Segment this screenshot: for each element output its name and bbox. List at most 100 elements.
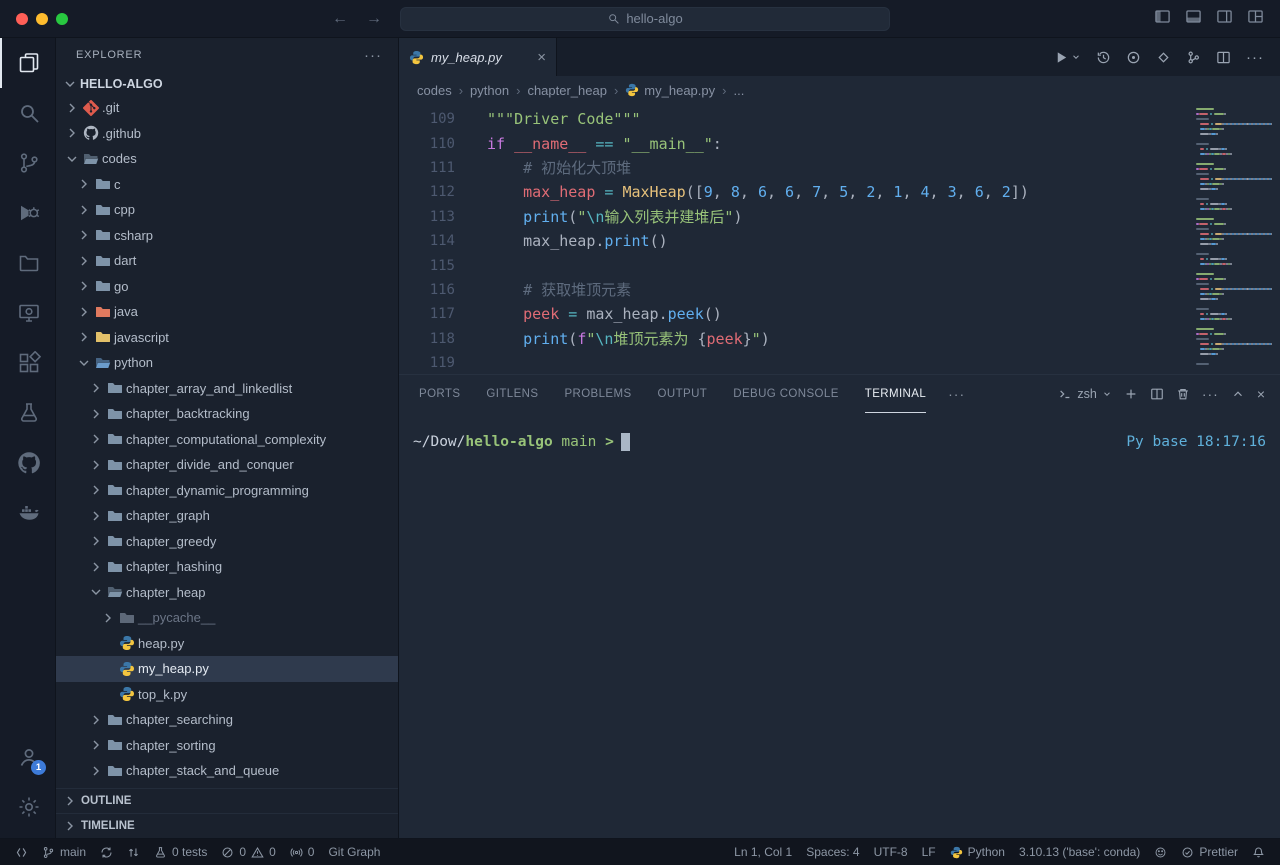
toggle-secondary-sidebar-button[interactable] [1216, 8, 1233, 30]
panel-tab-debug-console[interactable]: DEBUG CONSOLE [733, 375, 839, 413]
activity-search[interactable] [0, 88, 55, 138]
status-python-interpreter[interactable]: 3.10.13 ('base': conda) [1012, 839, 1147, 865]
panel-tab-gitlens[interactable]: GITLENS [486, 375, 538, 413]
status-cursor-position[interactable]: Ln 1, Col 1 [727, 839, 799, 865]
tree-item-git[interactable]: .git [56, 95, 398, 121]
tree-item-github[interactable]: .github [56, 121, 398, 147]
tree-item-chapter-backtracking[interactable]: chapter_backtracking [56, 401, 398, 427]
status-remote-indicator[interactable] [8, 839, 35, 865]
breadcrumb-item-item[interactable]: ... [733, 83, 744, 98]
status-indentation[interactable]: Spaces: 4 [799, 839, 866, 865]
tree-item-chapter-stack-and-queue[interactable]: chapter_stack_and_queue [56, 758, 398, 784]
run-python-file-button[interactable] [1054, 50, 1081, 65]
new-terminal-button[interactable] [1124, 387, 1138, 401]
tree-item-heap-py[interactable]: heap.py [56, 631, 398, 657]
zoom-window-button[interactable] [56, 13, 68, 25]
activity-project-manager[interactable] [0, 238, 55, 288]
minimap[interactable] [1196, 108, 1272, 368]
tree-item-chapter-searching[interactable]: chapter_searching [56, 707, 398, 733]
activity-accounts[interactable]: 1 [0, 732, 55, 782]
back-icon[interactable]: ← [332, 10, 348, 28]
tree-item-chapter-array-and-linkedlist[interactable]: chapter_array_and_linkedlist [56, 376, 398, 402]
tree-item-chapter-greedy[interactable]: chapter_greedy [56, 529, 398, 555]
code-editor[interactable]: 109"""Driver Code"""110if __name__ == "_… [399, 104, 1280, 374]
maximize-panel-button[interactable] [1231, 387, 1245, 401]
breadcrumb-item-python[interactable]: python [470, 83, 509, 98]
activity-run-debug[interactable] [0, 188, 55, 238]
status-encoding[interactable]: UTF-8 [867, 839, 915, 865]
more-actions-button[interactable]: ··· [1246, 49, 1264, 66]
status-git-sync[interactable] [93, 839, 120, 865]
close-window-button[interactable] [16, 13, 28, 25]
tree-item-python[interactable]: python [56, 350, 398, 376]
tree-item-my-heap-py[interactable]: my_heap.py [56, 656, 398, 682]
tree-item-cpp[interactable]: cpp [56, 197, 398, 223]
tab-my-heap-py[interactable]: my_heap.py × [399, 38, 557, 76]
status-tests[interactable]: 0 tests [147, 839, 214, 865]
section-timeline[interactable]: TIMELINE [56, 813, 398, 838]
tree-item-chapter-computational-complexity[interactable]: chapter_computational_complexity [56, 427, 398, 453]
split-editor-button[interactable] [1216, 50, 1231, 65]
tree-item-chapter-hashing[interactable]: chapter_hashing [56, 554, 398, 580]
toggle-panel-button[interactable] [1185, 8, 1202, 30]
panel-more-actions-button[interactable]: ··· [1202, 386, 1219, 402]
breadcrumb-item-my-heap-py[interactable]: my_heap.py [625, 83, 715, 98]
tree-item-chapter-graph[interactable]: chapter_graph [56, 503, 398, 529]
commit-graph-button[interactable] [1186, 50, 1201, 65]
status-ports[interactable]: 0 [283, 839, 322, 865]
tree-item-chapter-dynamic-programming[interactable]: chapter_dynamic_programming [56, 478, 398, 504]
status-prettier[interactable]: Prettier [1174, 839, 1245, 865]
breadcrumb-item-codes[interactable]: codes [417, 83, 452, 98]
tree-item-chapter-sorting[interactable]: chapter_sorting [56, 733, 398, 759]
customize-layout-button[interactable] [1247, 8, 1264, 30]
activity-testing[interactable] [0, 388, 55, 438]
panel-tab-problems[interactable]: PROBLEMS [564, 375, 631, 413]
tree-item-chapter-divide-and-conquer[interactable]: chapter_divide_and_conquer [56, 452, 398, 478]
status-gitlens-compare[interactable] [120, 839, 147, 865]
tree-item-codes[interactable]: codes [56, 146, 398, 172]
terminal[interactable]: ~/Dow/hello-algo main > Py base 18:17:16 [399, 413, 1280, 838]
close-tab-icon[interactable]: × [537, 50, 546, 65]
activity-source-control[interactable] [0, 138, 55, 188]
panel-tab-output[interactable]: OUTPUT [658, 375, 708, 413]
command-center-search[interactable]: hello-algo [400, 7, 890, 31]
minimize-window-button[interactable] [36, 13, 48, 25]
status-eol[interactable]: LF [915, 839, 943, 865]
forward-icon[interactable]: → [366, 10, 382, 28]
tree-item-csharp[interactable]: csharp [56, 223, 398, 249]
tree-item-dart[interactable]: dart [56, 248, 398, 274]
activity-docker[interactable] [0, 488, 55, 538]
tree-item-chapter-heap[interactable]: chapter_heap [56, 580, 398, 606]
close-panel-button[interactable]: × [1257, 386, 1266, 402]
toggle-primary-sidebar-button[interactable] [1154, 8, 1171, 30]
split-terminal-button[interactable] [1150, 387, 1164, 401]
activity-github[interactable] [0, 438, 55, 488]
tree-item-javascript[interactable]: javascript [56, 325, 398, 351]
activity-remote-explorer[interactable] [0, 288, 55, 338]
section-outline[interactable]: OUTLINE [56, 788, 398, 813]
tree-root-folder[interactable]: HELLO-ALGO [56, 72, 398, 95]
panel-tab-terminal[interactable]: TERMINAL [865, 375, 926, 413]
status-feedback[interactable] [1147, 839, 1174, 865]
panel-more-tabs-button[interactable]: ··· [948, 386, 965, 402]
gitlens-changes-button[interactable] [1156, 50, 1171, 65]
activity-explorer[interactable] [0, 38, 55, 88]
explorer-more-actions-button[interactable]: ··· [364, 47, 382, 64]
tree-item-pycache[interactable]: __pycache__ [56, 605, 398, 631]
tree-item-top-k-py[interactable]: top_k.py [56, 682, 398, 708]
status-problems[interactable]: 00 [214, 839, 282, 865]
tree-item-java[interactable]: java [56, 299, 398, 325]
status-git-branch[interactable]: main [35, 839, 93, 865]
panel-tab-ports[interactable]: PORTS [419, 375, 460, 413]
file-history-button[interactable] [1096, 50, 1111, 65]
status-language-mode[interactable]: Python [943, 839, 1012, 865]
breadcrumb-item-chapter-heap[interactable]: chapter_heap [527, 83, 607, 98]
activity-extensions[interactable] [0, 338, 55, 388]
activity-settings[interactable] [0, 782, 55, 832]
status-notifications[interactable] [1245, 839, 1272, 865]
shell-picker-button[interactable]: zsh [1058, 387, 1111, 401]
tree-item-c[interactable]: c [56, 172, 398, 198]
tree-item-go[interactable]: go [56, 274, 398, 300]
open-changes-button[interactable] [1126, 50, 1141, 65]
status-git-graph[interactable]: Git Graph [321, 839, 387, 865]
